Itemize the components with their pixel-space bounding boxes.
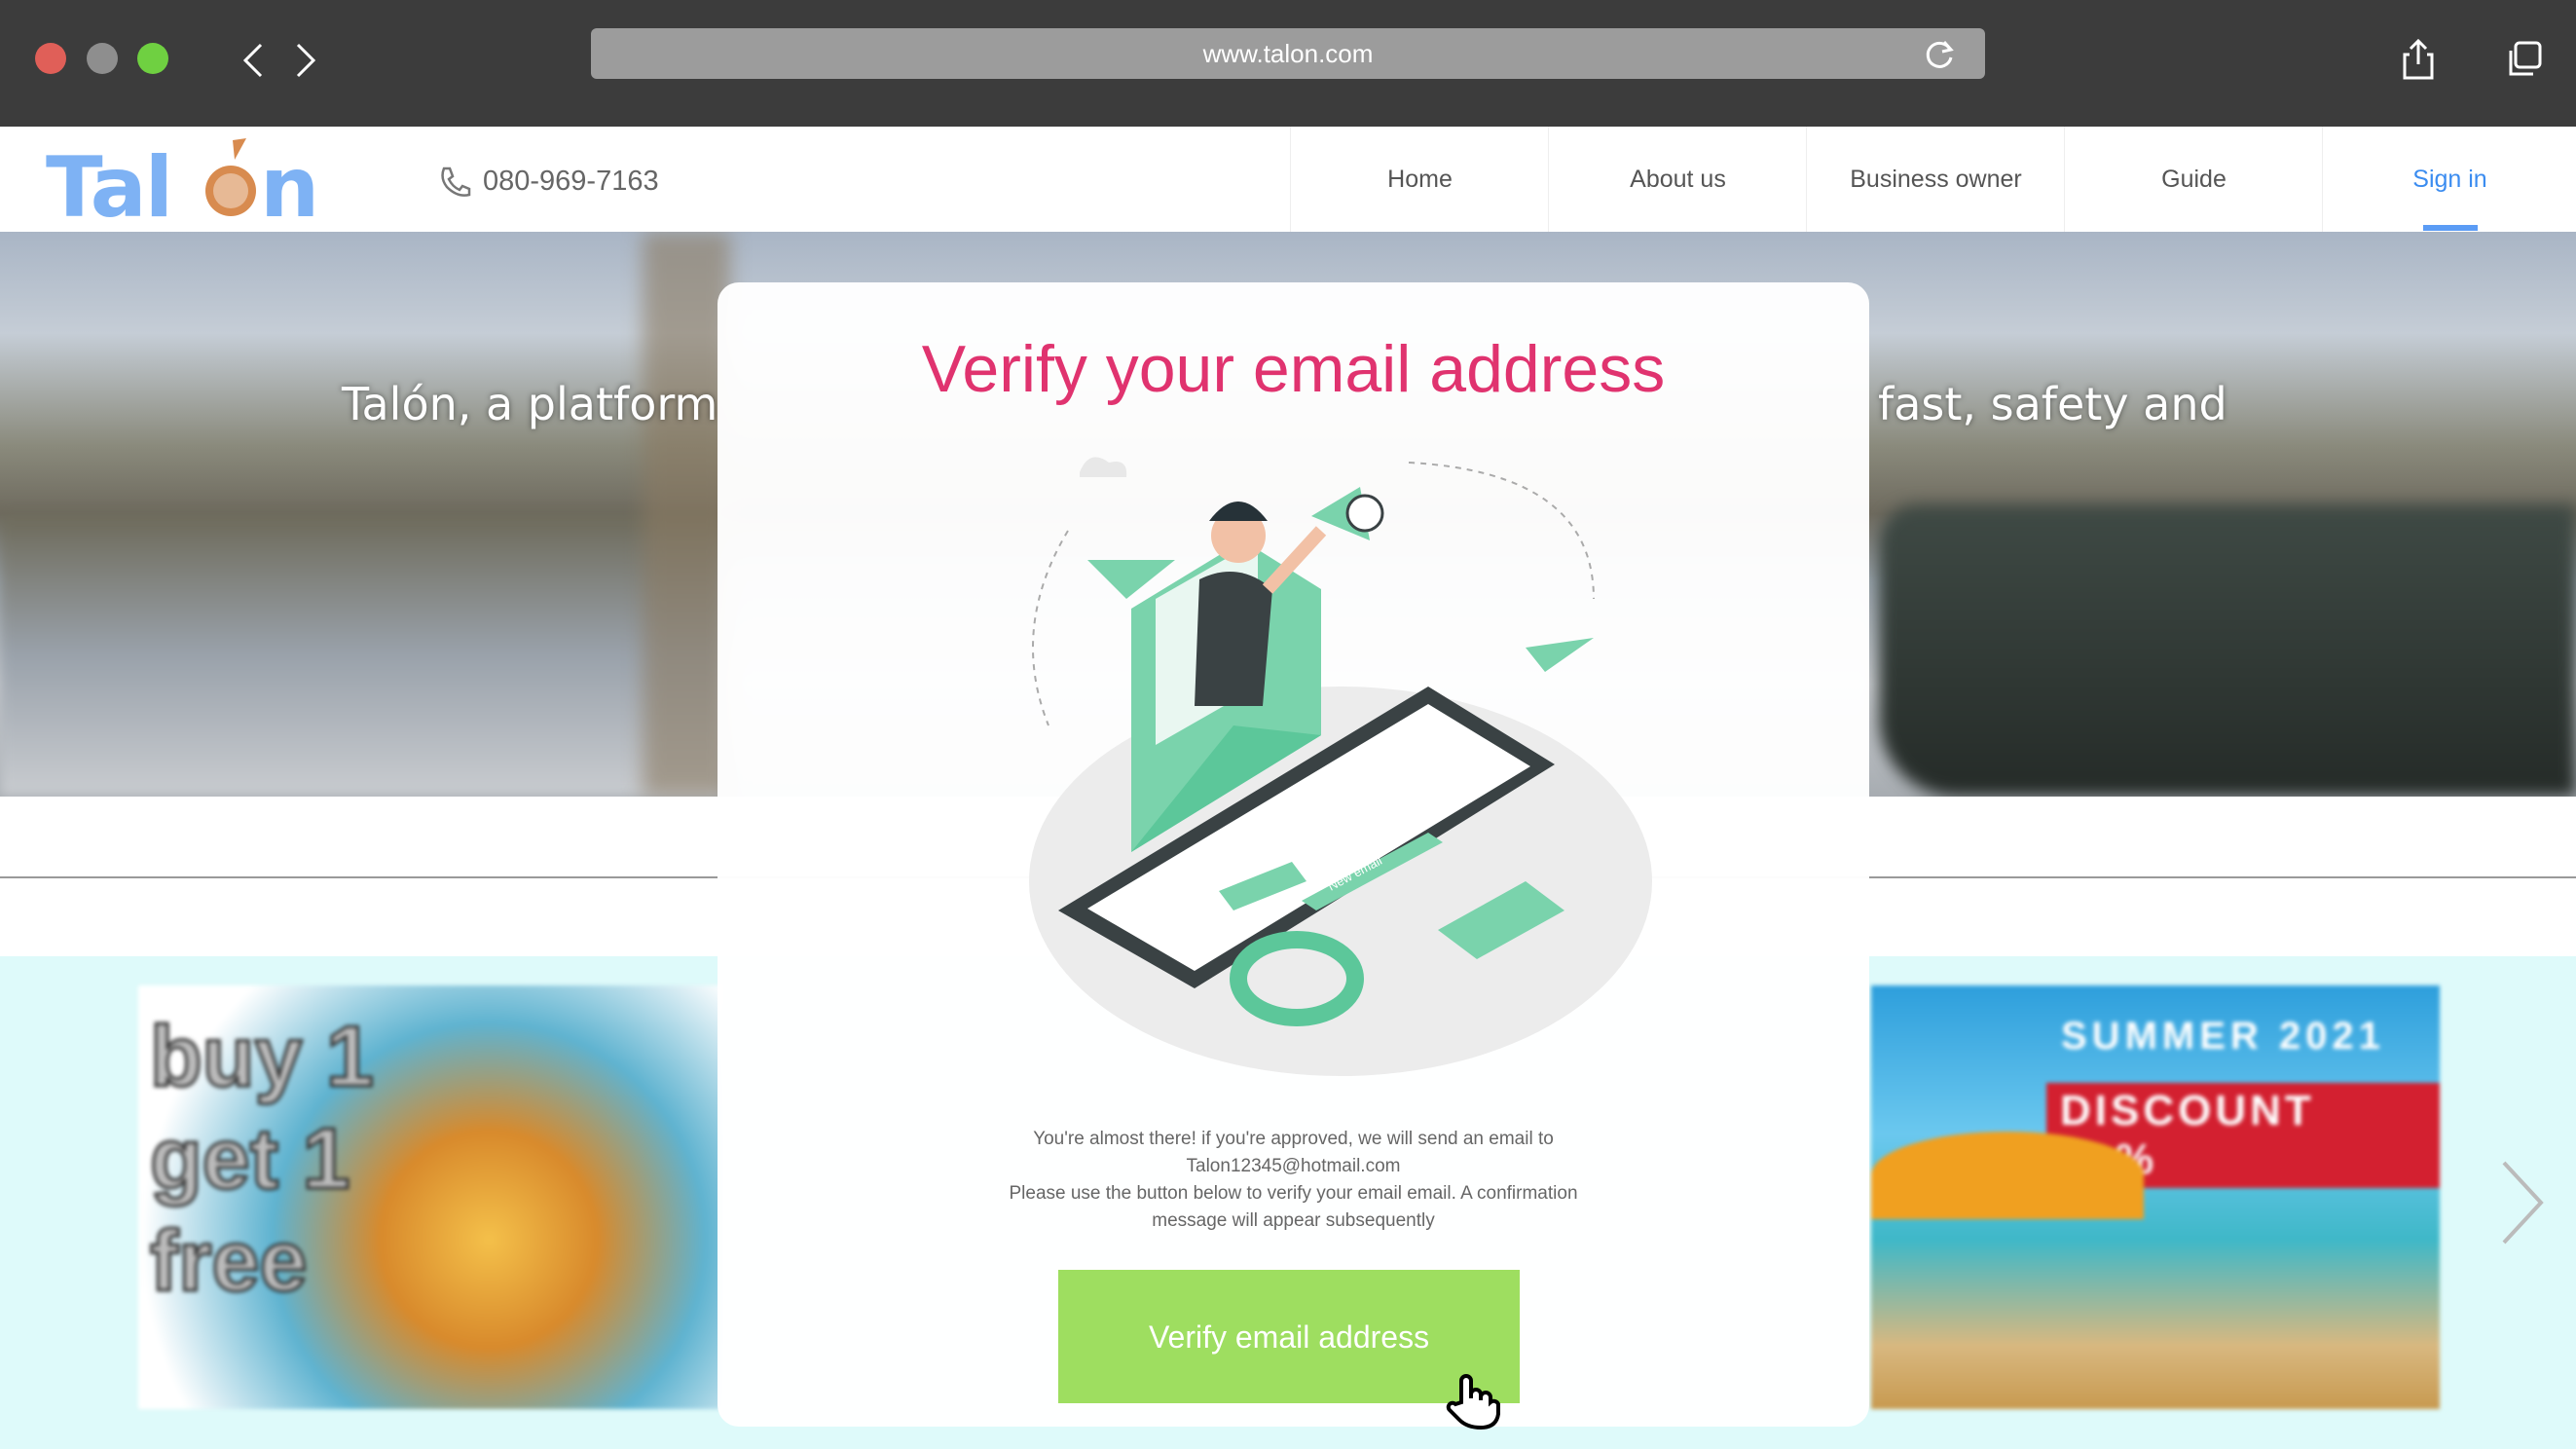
- promo-banner-text: buy 1 get 1 free: [149, 1007, 376, 1311]
- svg-text:Tal: Tal: [46, 139, 171, 224]
- svg-text:n: n: [260, 139, 319, 224]
- back-icon[interactable]: [241, 43, 265, 78]
- email-illustration: New email: [1029, 457, 1652, 1076]
- fullscreen-window-button[interactable]: [137, 43, 168, 74]
- message-line-3: message will appear subsequently: [1152, 1210, 1435, 1231]
- nav-business-owner[interactable]: Business owner: [1806, 127, 2065, 232]
- nav-home[interactable]: Home: [1290, 127, 1549, 232]
- carousel-next-icon[interactable]: [2498, 1159, 2547, 1246]
- hand-cursor-icon: [1446, 1374, 1500, 1430]
- promo-banner-summer[interactable]: SUMMER 2021 DISCOUNT 50%: [1871, 985, 2440, 1409]
- nav-guide[interactable]: Guide: [2064, 127, 2323, 232]
- umbrella: [1871, 1132, 2144, 1219]
- hero-text-left: Talón, a platform: [342, 378, 718, 430]
- share-icon[interactable]: [2402, 39, 2435, 80]
- phone-number[interactable]: 080-969-7163: [483, 166, 659, 198]
- verify-email-modal: Verify your email address New email You'…: [718, 282, 1869, 1427]
- talon-logo[interactable]: Tal n: [46, 134, 338, 224]
- promo-banner-buy1get1[interactable]: buy 1 get 1 free: [138, 985, 722, 1409]
- modal-title: Verify your email address: [921, 332, 1666, 406]
- minimize-window-button[interactable]: [87, 43, 118, 74]
- boat: [1879, 504, 2576, 797]
- nav-sign-in[interactable]: Sign in: [2322, 127, 2576, 232]
- address-bar[interactable]: www.talon.com: [591, 28, 1985, 79]
- river-reflection: [0, 514, 720, 797]
- active-tab-indicator: [2423, 225, 2478, 231]
- summer-text: SUMMER 2021: [2061, 1015, 2385, 1058]
- modal-message: You're almost there! if you're approved,…: [893, 1126, 1694, 1235]
- browser-toolbar: www.talon.com: [0, 0, 2576, 127]
- site-header: Tal n 080-969-7163 Home About us Busines…: [0, 127, 2576, 234]
- close-window-button[interactable]: [35, 43, 66, 74]
- user-email: Talon12345@hotmail.com: [1186, 1156, 1401, 1176]
- reload-icon[interactable]: [1923, 38, 1956, 71]
- nav-about-us[interactable]: About us: [1548, 127, 1807, 232]
- phone-icon: [441, 167, 471, 197]
- tabs-icon[interactable]: [2506, 41, 2543, 78]
- url-text: www.talon.com: [1202, 39, 1374, 68]
- message-line-1: You're almost there! if you're approved,…: [1033, 1129, 1554, 1149]
- message-line-2: Please use the button below to verify yo…: [1009, 1183, 1578, 1204]
- hero-text-right: fast, safety and: [1878, 378, 2227, 430]
- forward-icon[interactable]: [294, 43, 317, 78]
